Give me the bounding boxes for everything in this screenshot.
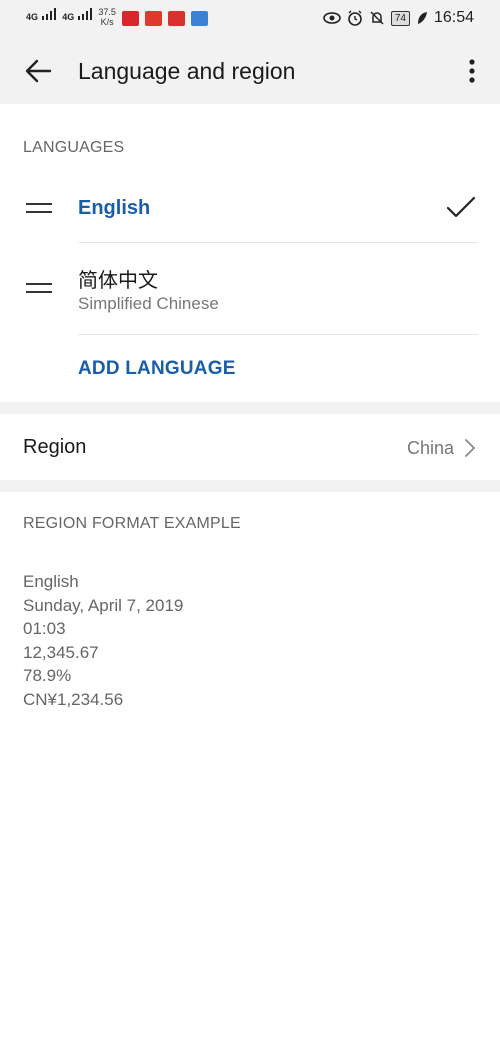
format-example-number: 12,345.67 [23,642,99,662]
languages-section-label: LANGUAGES [23,139,125,156]
back-arrow-icon[interactable] [22,54,56,88]
language-name: English [78,197,151,219]
format-example-currency: CN¥1,234.56 [23,689,124,709]
app-bar: Language and region [0,38,500,104]
net-speed-unit: K/s [100,17,114,27]
net-speed: 37.5 K/s [98,7,116,27]
language-item-english[interactable]: English [0,180,500,242]
app-notification-icon [190,11,208,26]
region-label: Region [23,436,87,458]
alarm-icon [348,10,362,26]
format-example-percent: 78.9% [23,666,72,685]
mute-bell-icon [370,11,384,25]
network-type: 4G [26,12,39,22]
language-subtitle: Simplified Chinese [78,294,219,313]
drag-handle-icon[interactable] [26,283,52,294]
battery-icon: 74 [390,10,410,26]
app-notification-icon [167,11,185,26]
format-example-list: English Sunday, April 7, 2019 01:03 12,3… [23,570,183,711]
format-example-language: English [23,572,79,591]
leaf-icon [417,12,427,24]
status-bar: 4G 4G 37.5 K/s 74 16:54 [0,0,500,38]
status-left: 4G 4G 37.5 K/s [26,7,208,27]
drag-handle-icon[interactable] [26,203,52,214]
status-right: 74 16:54 [323,9,474,27]
format-example-section-label: REGION FORMAT EXAMPLE [23,515,241,532]
eye-icon [323,12,341,24]
clock: 16:54 [433,9,474,26]
language-item-chinese[interactable]: 简体中文 Simplified Chinese [0,243,500,334]
more-options-icon[interactable] [460,54,484,88]
network-type-2: 4G [62,12,75,22]
checkmark-icon [446,196,476,218]
section-gap [0,480,500,492]
format-example-time: 01:03 [23,619,66,638]
page-title: Language and region [78,58,296,84]
region-value: China [406,438,454,458]
app-notification-icon [121,11,139,26]
signal-icon-2: 4G [62,7,93,24]
region-row[interactable]: Region China [0,414,500,480]
add-language-button[interactable]: ADD LANGUAGE [78,358,236,380]
app-notification-icon [144,11,162,26]
language-name: 简体中文 [78,270,158,292]
format-example-date: Sunday, April 7, 2019 [23,595,184,615]
divider [78,334,478,335]
signal-icon: 4G [26,7,57,24]
net-speed-value: 37.5 [98,7,116,17]
section-gap [0,402,500,414]
chevron-right-icon [465,439,475,457]
